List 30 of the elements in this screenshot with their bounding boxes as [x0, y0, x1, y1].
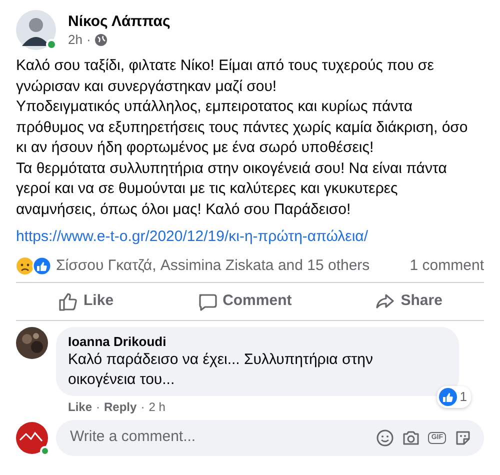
like-icon [438, 388, 457, 406]
post-text: Καλό σου ταξίδι, φιλτατε Νίκο! Είμαι από τους τυχερούς που σε γνώρισαν και συνεργάστηκαν μαζί σου! Υποδειγματικός υπάλληλος, εμπειροτατος και κυρίως πάντα πρόθυμος να εξυπηρετήσεις τους πάντες χωρίς καμία διάκριση, όσο κι αν ήσουν ήδη φορτωμένος με ένα σωρό υποθέσεις! Τα θερμότατα συλλυπητήρια στην οικογένειά σου! Να είναι πάντα γεροί και να σε θυμούνται με τις καλύτερες και γκυκυτερες αναμνήσεις, όπως όλοι μας! Καλό σου Παράδεισο! [16, 56, 469, 220]
separator: · [86, 32, 91, 48]
emoji-icon[interactable] [376, 428, 394, 446]
globe-icon[interactable] [94, 34, 107, 46]
separator: · [96, 398, 100, 416]
sticker-icon[interactable] [454, 428, 472, 446]
comment-link[interactable]: Like [68, 398, 92, 416]
share-icon [374, 291, 395, 312]
commenter-avatar [16, 326, 48, 358]
like-icon [58, 291, 78, 312]
comment-link[interactable]: Reply [104, 398, 137, 416]
comment-text: Καλό παράδεισο να έχει... Συλλυπητήρια στην οικογένεια του... [68, 350, 374, 390]
user-avatar [16, 422, 48, 454]
comment-like-count[interactable]: 1 [436, 386, 471, 408]
reactions-summary[interactable]: Σίσσου Γκατζά, Assimina Ziskata and 15 others [56, 254, 370, 277]
avatar-icon [16, 10, 56, 50]
separator: · [140, 398, 145, 416]
like-button[interactable]: Like [48, 287, 124, 316]
post-link[interactable]: https://www.e-t-o.gr/2020/12/19/κι-η-πρώτη-απώλεια/ [16, 226, 368, 248]
post-time[interactable]: 2h [68, 32, 82, 48]
comment-button[interactable]: Comment [186, 287, 302, 316]
author-name[interactable]: Νίκος Λάππας [68, 12, 170, 32]
comments-count[interactable]: 1 comment [410, 254, 484, 277]
comment-time[interactable]: 2 h [148, 398, 166, 416]
comment-author[interactable]: Ioanna Drikoudi [68, 332, 409, 350]
share-button[interactable]: Share [364, 287, 452, 316]
comment-icon [196, 291, 217, 312]
camera-icon[interactable] [402, 428, 420, 446]
reaction-icons [16, 256, 52, 275]
